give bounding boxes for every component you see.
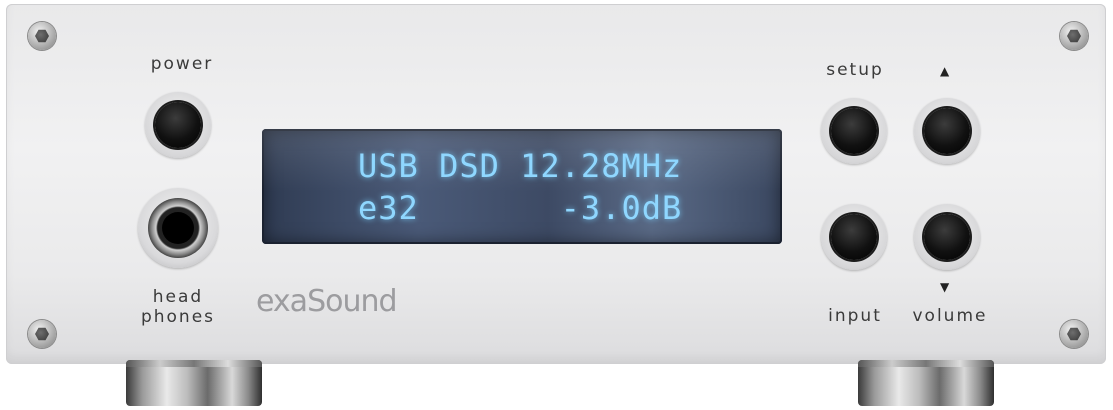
- screw-top-right-icon: [1060, 22, 1088, 50]
- headphones-label-line2: phones: [140, 307, 216, 327]
- vfd-display: USB DSD 12.28MHz e32 -3.0dB: [262, 129, 782, 244]
- screw-bottom-right-icon: [1060, 320, 1088, 348]
- input-label: input: [828, 306, 882, 326]
- volume-up-arrow-icon: ▲: [940, 64, 950, 78]
- headphones-jack[interactable]: [138, 188, 218, 268]
- volume-down-arrow-icon: ▼: [940, 280, 950, 294]
- display-line-2: e32 -3.0dB: [358, 189, 683, 227]
- volume-label: volume: [912, 306, 988, 326]
- screw-top-left-icon: [28, 22, 56, 50]
- right-foot: [858, 360, 994, 406]
- front-panel: power head phones USB DSD 12.28MHz e32 -…: [6, 4, 1106, 364]
- headphones-label-line1: head: [152, 287, 204, 307]
- power-label: power: [150, 54, 214, 74]
- screw-bottom-left-icon: [28, 320, 56, 348]
- setup-button[interactable]: [821, 98, 887, 164]
- display-line-1: USB DSD 12.28MHz: [358, 147, 683, 185]
- setup-label: setup: [826, 60, 884, 80]
- left-foot: [126, 360, 262, 406]
- volume-down-button[interactable]: [914, 204, 980, 270]
- power-button[interactable]: [145, 92, 211, 158]
- volume-up-button[interactable]: [914, 98, 980, 164]
- brand-logo: exaSound: [256, 284, 398, 319]
- input-button[interactable]: [821, 204, 887, 270]
